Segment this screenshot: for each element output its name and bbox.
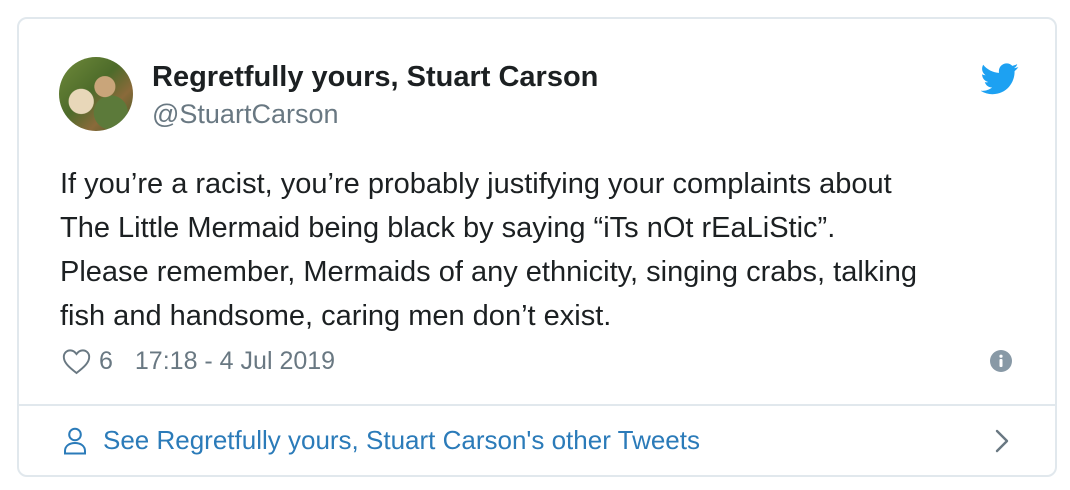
tweet-text-line: The Little Mermaid being black by saying… — [60, 212, 836, 244]
see-other-tweets-link[interactable]: See Regretfully yours, Stuart Carson's o… — [19, 406, 1055, 475]
avatar[interactable] — [59, 57, 133, 131]
twitter-bird-icon[interactable] — [981, 63, 1019, 95]
tweet-card: Regretfully yours, Stuart Carson @Stuart… — [17, 17, 1057, 477]
info-icon[interactable] — [990, 350, 1012, 372]
tweet-text-line: Please remember, Mermaids of any ethnici… — [60, 256, 917, 288]
author-display-name[interactable]: Regretfully yours, Stuart Carson — [152, 61, 598, 94]
author-handle[interactable]: @StuartCarson — [152, 99, 338, 130]
tweet-text-line: If you’re a racist, you’re probably just… — [60, 168, 892, 200]
tweet-text-line: fish and handsome, caring men don’t exis… — [60, 300, 612, 332]
see-other-tweets-label[interactable]: See Regretfully yours, Stuart Carson's o… — [103, 425, 700, 456]
person-icon — [64, 427, 86, 455]
heart-icon[interactable] — [62, 348, 91, 375]
tweet-meta: 6 17:18 - 4 Jul 2019 — [62, 344, 335, 378]
chevron-right-icon[interactable] — [994, 429, 1010, 453]
like-count[interactable]: 6 — [99, 347, 113, 376]
tweet-timestamp[interactable]: 17:18 - 4 Jul 2019 — [135, 347, 335, 376]
tweet-text: If you’re a racist, you’re probably just… — [60, 162, 1020, 338]
